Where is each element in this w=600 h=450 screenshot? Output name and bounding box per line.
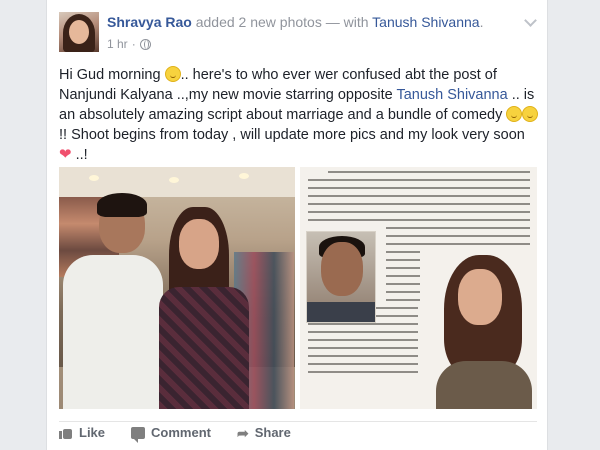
photo-man-body: [63, 255, 163, 409]
post-card: Shravya Rao added 2 new photos — with Ta…: [46, 0, 548, 450]
ceiling-light: [89, 175, 99, 181]
photo-woman-body: [159, 287, 249, 409]
inset-photo-woman: [420, 251, 537, 409]
news-line: [386, 299, 422, 301]
comment-icon: [131, 426, 146, 443]
post-actions: Like Comment ➦ Share: [59, 425, 291, 443]
avatar[interactable]: [59, 12, 99, 52]
photo-woman-head: [179, 219, 219, 269]
thumbs-up-icon: [59, 426, 73, 439]
meta-separator: ·: [131, 37, 136, 51]
news-line: [328, 171, 530, 173]
inset-woman-body: [436, 361, 532, 409]
photo-2[interactable]: [300, 167, 537, 409]
inset-man-head: [321, 242, 363, 296]
comment-label: Comment: [151, 425, 211, 440]
news-line: [308, 179, 530, 181]
post-text-part: ..!: [71, 147, 88, 163]
like-label: Like: [79, 425, 106, 440]
like-button[interactable]: Like: [59, 425, 105, 440]
news-line: [308, 355, 418, 357]
inset-man-shirt: [307, 302, 375, 322]
news-line: [386, 235, 530, 237]
inset-photo-man: [306, 231, 376, 323]
tagged-link[interactable]: Tanush Shivanna: [396, 87, 507, 103]
news-line: [308, 211, 530, 213]
post-action: added 2 new photos: [195, 14, 322, 30]
smile-emoji-icon: [522, 106, 539, 122]
heart-icon: ❤: [59, 146, 72, 163]
actions-divider: [59, 421, 537, 422]
news-line: [386, 227, 530, 229]
share-arrow-icon: ➦: [236, 424, 249, 441]
news-line: [308, 363, 418, 365]
news-line: [308, 187, 530, 189]
ceiling-light: [169, 177, 179, 183]
ceiling-light: [239, 173, 249, 179]
news-line: [308, 339, 418, 341]
comment-button[interactable]: Comment: [131, 425, 211, 443]
globe-icon[interactable]: [139, 38, 151, 50]
news-line: [308, 323, 418, 325]
news-line: [308, 195, 530, 197]
smile-emoji-icon: [164, 66, 181, 82]
tagged-person[interactable]: Tanush Shivanna: [372, 14, 479, 30]
news-line: [308, 347, 418, 349]
news-line: [386, 291, 422, 293]
share-label: Share: [254, 425, 291, 440]
post-meta: 1 hr ·: [107, 37, 151, 51]
photo-grid: [59, 167, 537, 409]
news-line: [308, 371, 418, 373]
share-button[interactable]: ➦ Share: [237, 425, 291, 440]
photo-1[interactable]: [59, 167, 295, 409]
author-name[interactable]: Shravya Rao: [107, 14, 192, 30]
news-line: [308, 203, 530, 205]
post-time[interactable]: 1 hr: [107, 37, 128, 51]
news-line: [308, 219, 530, 221]
news-line: [386, 243, 530, 245]
smile-emoji-icon: [506, 106, 523, 122]
post-text-part: Hi Gud morning: [59, 67, 165, 83]
inset-woman-head: [458, 269, 502, 325]
header-period: .: [479, 14, 484, 30]
post-text-part: !! Shoot begins from today , will update…: [59, 127, 525, 143]
avatar-face: [69, 20, 89, 44]
post-header: Shravya Rao added 2 new photos — with Ta…: [107, 14, 483, 30]
post-text: Hi Gud morning .. here's to who ever wer…: [59, 65, 539, 165]
with-separator: — with: [325, 14, 369, 30]
photo-man-hair: [97, 193, 147, 217]
news-line: [308, 331, 418, 333]
chevron-down-icon[interactable]: [524, 14, 537, 27]
